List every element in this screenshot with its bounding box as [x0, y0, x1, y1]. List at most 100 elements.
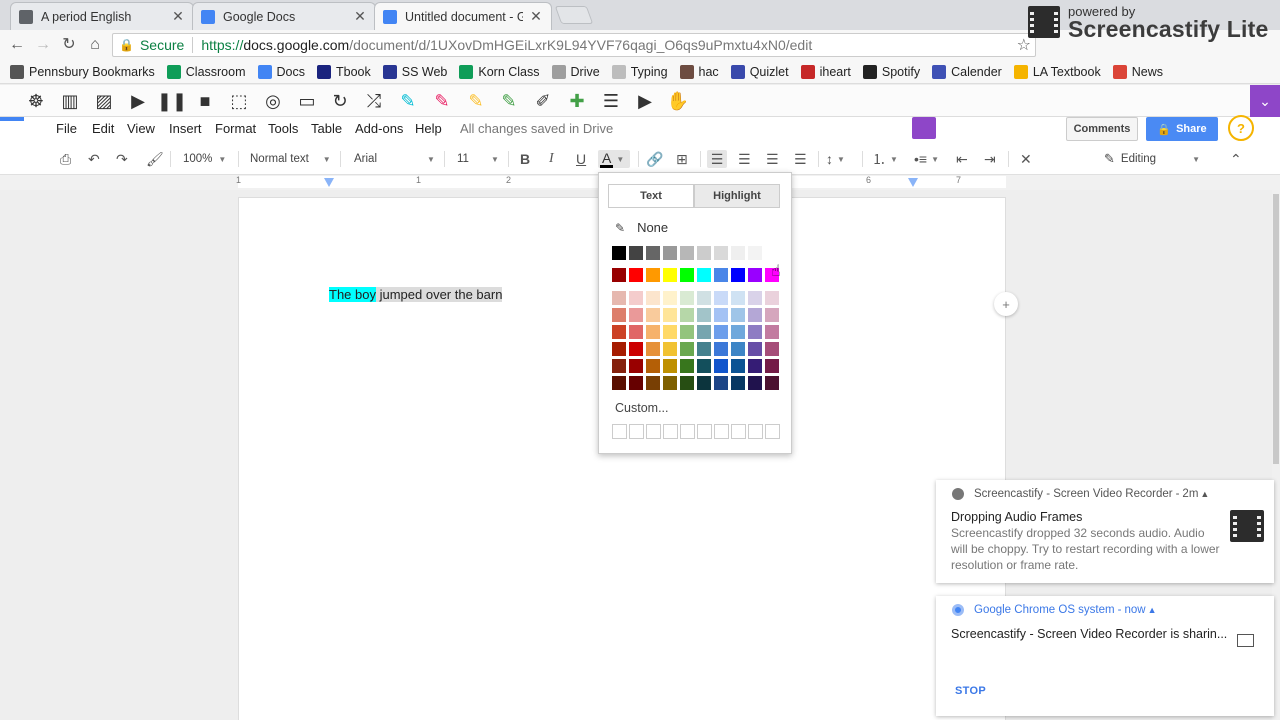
shade-swatch[interactable] [714, 359, 728, 373]
save-status[interactable]: All changes saved in Drive [460, 121, 613, 136]
shade-swatch[interactable] [714, 325, 728, 339]
menu-tools[interactable]: Tools [268, 121, 298, 136]
scrollbar-thumb[interactable] [1273, 194, 1279, 464]
shade-swatch[interactable] [748, 291, 762, 305]
shade-swatch[interactable] [629, 325, 643, 339]
collapse-toolbar-icon[interactable]: ⌃ [1230, 150, 1242, 168]
shade-swatch[interactable] [731, 325, 745, 339]
shade-swatch[interactable] [697, 342, 711, 356]
highlight-color-tab[interactable]: Highlight [694, 184, 780, 208]
extension-mini-icon[interactable] [912, 117, 936, 139]
shade-swatch[interactable] [714, 308, 728, 322]
gray-swatch[interactable] [748, 246, 762, 260]
shade-swatch[interactable] [612, 376, 626, 390]
shade-swatch[interactable] [748, 376, 762, 390]
document-paragraph[interactable]: The boy jumped over the barn [329, 287, 503, 302]
shade-swatch[interactable] [748, 359, 762, 373]
bookmark-item[interactable]: Drive [551, 64, 600, 79]
close-icon[interactable]: ✕ [171, 8, 185, 25]
line-spacing-icon[interactable]: ↕ ▼ [826, 150, 845, 168]
shade-swatch[interactable] [612, 291, 626, 305]
shade-swatch[interactable] [697, 325, 711, 339]
shade-swatch[interactable] [731, 359, 745, 373]
comments-button[interactable]: Comments [1066, 117, 1138, 141]
gray-swatch[interactable] [646, 246, 660, 260]
eraser-icon[interactable]: ✐ [531, 89, 555, 113]
gray-swatch[interactable] [731, 246, 745, 260]
link-icon[interactable]: 🔗 [646, 150, 663, 168]
redo-icon[interactable]: ↷ [116, 150, 128, 168]
docs-logo-icon[interactable] [0, 117, 24, 121]
custom-color-link[interactable]: Custom... [615, 401, 669, 415]
shade-swatch[interactable] [612, 325, 626, 339]
paint-format-icon[interactable]: 🖌 [146, 150, 164, 168]
bookmark-item[interactable]: LA Textbook [1013, 64, 1101, 79]
close-icon[interactable]: ✕ [529, 8, 543, 25]
print-icon[interactable]: ⎙ [60, 150, 71, 168]
shade-swatch[interactable] [629, 308, 643, 322]
close-icon[interactable]: ✕ [353, 8, 367, 25]
help-icon[interactable]: ? [1228, 115, 1254, 141]
shade-swatch[interactable] [765, 342, 779, 356]
underline-icon[interactable]: U [576, 150, 586, 168]
shade-swatch[interactable] [612, 342, 626, 356]
custom-color-slot[interactable] [612, 424, 627, 439]
shade-swatch[interactable] [646, 342, 660, 356]
custom-color-slot[interactable] [646, 424, 661, 439]
shade-swatch[interactable] [680, 342, 694, 356]
select-region-icon[interactable]: ⬚ [227, 89, 251, 113]
collect-highlights-icon[interactable]: ✚ [565, 89, 589, 113]
bright-swatch[interactable] [629, 268, 643, 282]
custom-color-slot[interactable] [680, 424, 695, 439]
menu-insert[interactable]: Insert [169, 121, 202, 136]
gray-swatch[interactable] [663, 246, 677, 260]
numbered-list-icon[interactable]: ⒈ ▼ [872, 150, 898, 168]
shade-swatch[interactable] [663, 308, 677, 322]
bold-icon[interactable]: B [520, 150, 530, 168]
menu-addons[interactable]: Add-ons [355, 121, 403, 136]
bookmark-item[interactable]: Korn Class [459, 64, 540, 79]
shade-swatch[interactable] [629, 376, 643, 390]
gray-swatch[interactable] [680, 246, 694, 260]
custom-color-slot[interactable] [629, 424, 644, 439]
clear-formatting-icon[interactable]: ✕ [1020, 150, 1032, 168]
omnibox[interactable]: 🔒 Secure https:// docs.google.com /docum… [112, 33, 1036, 57]
reload-icon[interactable]: ↻ [58, 35, 80, 55]
editing-mode-select[interactable]: ✎ Editing ▼ [1104, 150, 1200, 168]
shade-swatch[interactable] [680, 291, 694, 305]
bookmark-item[interactable]: Classroom [166, 64, 246, 79]
shade-swatch[interactable] [765, 325, 779, 339]
shade-swatch[interactable] [731, 308, 745, 322]
shuffle-icon[interactable]: ⤮ [362, 89, 386, 113]
notification-dropping-audio[interactable]: Screencastify - Screen Video Recorder - … [936, 480, 1274, 583]
chevron-up-icon[interactable]: ▲ [1200, 489, 1209, 499]
play-icon[interactable]: ▶ [126, 89, 150, 113]
font-size-select[interactable]: 11 ▼ [457, 150, 499, 168]
pause-icon[interactable]: ❚❚ [157, 89, 187, 113]
bookmark-item[interactable]: Typing [611, 64, 668, 79]
screen-icon[interactable]: ▭ [295, 89, 319, 113]
shade-swatch[interactable] [629, 291, 643, 305]
text-color-button[interactable]: A ▼ [598, 150, 630, 168]
shade-swatch[interactable] [748, 325, 762, 339]
text-color-tab[interactable]: Text [608, 184, 694, 208]
shade-swatch[interactable] [646, 359, 660, 373]
align-right-icon[interactable]: ☰ [766, 150, 779, 168]
bookmark-item[interactable]: News [1112, 64, 1163, 79]
gray-swatch[interactable] [714, 246, 728, 260]
gray-swatch[interactable] [765, 246, 779, 260]
shade-swatch[interactable] [612, 359, 626, 373]
custom-color-slot[interactable] [714, 424, 729, 439]
shade-swatch[interactable] [629, 342, 643, 356]
shade-swatch[interactable] [680, 325, 694, 339]
bright-swatch[interactable] [663, 268, 677, 282]
shade-swatch[interactable] [731, 342, 745, 356]
menu-edit[interactable]: Edit [92, 121, 114, 136]
bright-swatch[interactable] [731, 268, 745, 282]
menu-table[interactable]: Table [311, 121, 342, 136]
shade-swatch[interactable] [663, 291, 677, 305]
shade-swatch[interactable] [765, 291, 779, 305]
justify-icon[interactable]: ☰ [794, 150, 807, 168]
menu-format[interactable]: Format [215, 121, 256, 136]
custom-color-slot[interactable] [748, 424, 763, 439]
